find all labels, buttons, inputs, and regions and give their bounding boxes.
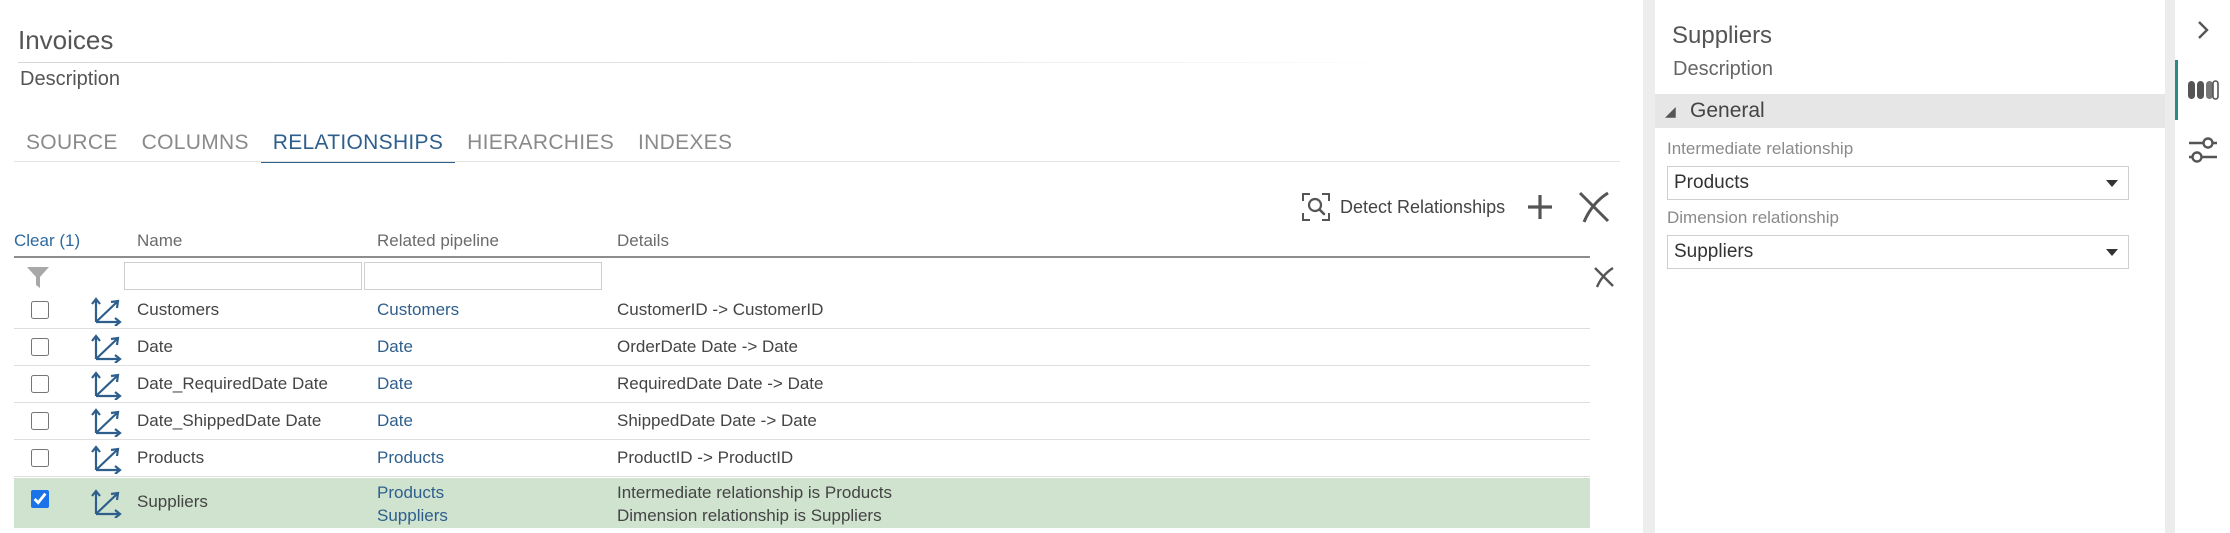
relationship-axis-icon [90, 445, 122, 474]
clear-selection-button[interactable] [1575, 188, 1613, 226]
column-header-name[interactable]: Name [137, 231, 182, 251]
relationships-editor: Invoices Description SOURCE COLUMNS RELA… [0, 0, 1643, 533]
relationship-details: Intermediate relationship is Products Di… [617, 481, 892, 527]
related-pipeline-filter-input[interactable] [364, 262, 602, 290]
detect-search-icon [1302, 193, 1330, 221]
column-header-related-pipeline[interactable]: Related pipeline [377, 231, 499, 251]
grid-header: Clear (1) Name Related pipeline Details [14, 231, 1590, 257]
section-general-header[interactable]: ◢ General [1655, 94, 2165, 128]
row-checkbox[interactable] [31, 338, 49, 356]
related-pipeline-link[interactable]: Date [377, 337, 413, 357]
properties-title[interactable]: Suppliers [1672, 22, 1772, 50]
table-row[interactable]: Customers Customers CustomerID -> Custom… [14, 292, 1590, 329]
relationship-name: Products [137, 448, 205, 467]
relationship-name: Suppliers [137, 492, 208, 511]
settings-sliders-icon [2188, 137, 2217, 163]
table-row[interactable]: Date_ShippedDate Date Date ShippedDate D… [14, 403, 1590, 440]
section-label: General [1690, 99, 1765, 122]
dropdown-caret-icon [2106, 180, 2118, 187]
row-checkbox[interactable] [31, 449, 49, 467]
tab-indexes[interactable]: INDEXES [626, 127, 744, 163]
strip-splitter [2165, 0, 2175, 533]
side-icon-strip [2175, 0, 2230, 533]
relationship-axis-icon [90, 371, 122, 400]
relationship-name: Date [137, 337, 173, 356]
columns-icon [2187, 80, 2219, 100]
intermediate-relationship-select[interactable]: Products [1667, 166, 2129, 200]
name-filter-input[interactable] [124, 262, 362, 290]
tab-bar: SOURCE COLUMNS RELATIONSHIPS HIERARCHIES… [14, 127, 744, 163]
clear-x-icon [1579, 191, 1610, 223]
row-checkbox[interactable] [31, 301, 49, 319]
relationship-details: ShippedDate Date -> Date [617, 411, 817, 430]
funnel-icon[interactable] [26, 265, 50, 289]
row-checkbox[interactable] [31, 375, 49, 393]
relationship-name: Date_RequiredDate Date [137, 374, 328, 393]
collapse-panel-button[interactable] [2175, 8, 2230, 52]
chevron-right-icon [2197, 21, 2209, 39]
dimension-relationship-select[interactable]: Suppliers [1667, 235, 2129, 269]
select-value: Suppliers [1674, 241, 1754, 262]
relationship-name: Customers [137, 300, 220, 319]
detail-line: Dimension relationship is Suppliers [617, 506, 882, 525]
related-pipelines: Products Suppliers [377, 481, 448, 527]
row-checkbox[interactable] [31, 412, 49, 430]
dimension-relationship-label: Dimension relationship [1667, 208, 1839, 227]
title-underline [18, 62, 1418, 63]
relationship-details: RequiredDate Date -> Date [617, 374, 824, 393]
clear-filter-icon[interactable] [1592, 265, 1616, 289]
table-row[interactable]: Date Date OrderDate Date -> Date [14, 329, 1590, 366]
relationship-details: OrderDate Date -> Date [617, 337, 798, 356]
relationship-axis-icon [90, 334, 122, 363]
relationship-name: Date_ShippedDate Date [137, 411, 322, 430]
table-row-selected[interactable]: Suppliers Products Suppliers Intermediat… [14, 478, 1590, 528]
columns-panel-button[interactable] [2175, 68, 2230, 112]
properties-description[interactable]: Description [1673, 58, 1773, 81]
filter-row [14, 259, 1614, 293]
relationship-axis-icon [90, 408, 122, 437]
detect-relationships-button[interactable]: Detect Relationships [1300, 191, 1505, 223]
related-pipeline-link[interactable]: Products [377, 481, 448, 504]
related-pipeline-link[interactable]: Products [377, 448, 444, 468]
table-row[interactable]: Products Products ProductID -> ProductID [14, 440, 1590, 477]
collapse-triangle-icon: ◢ [1665, 103, 1676, 119]
tab-hierarchies[interactable]: HIERARCHIES [455, 127, 626, 163]
relationship-details: CustomerID -> CustomerID [617, 300, 824, 319]
related-pipeline-link[interactable]: Date [377, 374, 413, 394]
tab-columns[interactable]: COLUMNS [130, 127, 261, 163]
detail-line: Intermediate relationship is Products [617, 483, 892, 502]
page-description[interactable]: Description [20, 68, 120, 91]
header-divider [14, 256, 1590, 258]
select-value: Products [1674, 172, 1749, 193]
grid-toolbar: Detect Relationships [1300, 185, 1613, 229]
panel-splitter[interactable] [1643, 0, 1655, 533]
tabs-divider [14, 161, 1620, 162]
related-pipeline-link[interactable]: Customers [377, 300, 459, 320]
tab-source[interactable]: SOURCE [14, 127, 130, 163]
row-checkbox[interactable] [31, 490, 49, 508]
relationship-axis-icon [90, 297, 122, 326]
tab-relationships[interactable]: RELATIONSHIPS [260, 127, 456, 163]
relationship-details: ProductID -> ProductID [617, 448, 794, 467]
table-row[interactable]: Date_RequiredDate Date Date RequiredDate… [14, 366, 1590, 403]
add-relationship-button[interactable] [1521, 188, 1559, 226]
related-pipeline-link[interactable]: Date [377, 411, 413, 431]
plus-icon [1528, 195, 1553, 219]
page-title[interactable]: Invoices [18, 25, 113, 56]
dropdown-caret-icon [2106, 249, 2118, 256]
column-header-details[interactable]: Details [617, 231, 669, 251]
settings-panel-button[interactable] [2175, 128, 2230, 172]
relationship-axis-icon [90, 489, 122, 518]
detect-relationships-label: Detect Relationships [1340, 196, 1506, 217]
clear-selection-link[interactable]: Clear (1) [14, 231, 80, 251]
related-pipeline-link[interactable]: Suppliers [377, 504, 448, 527]
properties-panel: Suppliers Description ◢ General Intermed… [1655, 0, 2165, 533]
intermediate-relationship-label: Intermediate relationship [1667, 139, 1854, 158]
